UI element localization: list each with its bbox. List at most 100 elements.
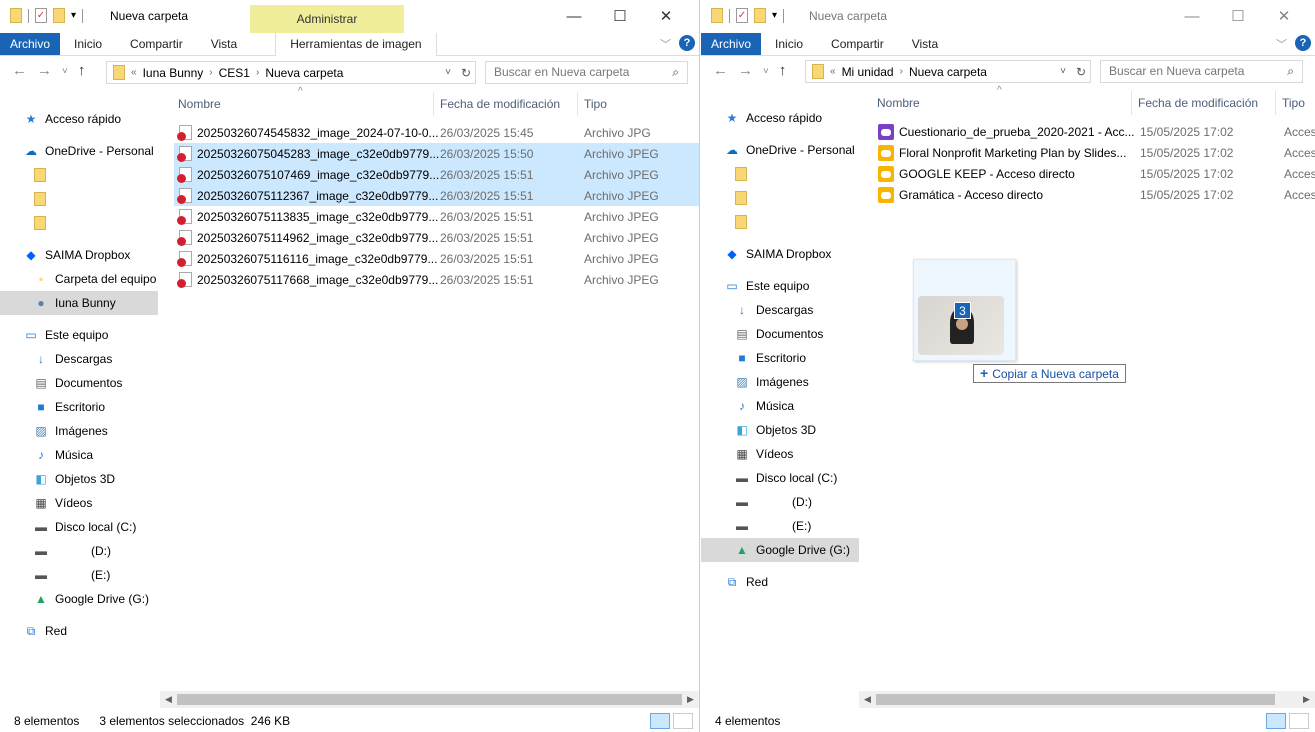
nav-item-documentos[interactable]: ▤ Documentos <box>0 371 158 395</box>
up-button[interactable]: ↑ <box>779 62 787 82</box>
customize-toolbar-icon[interactable]: ▾ <box>772 10 777 21</box>
close-button[interactable]: ✕ <box>1261 0 1307 33</box>
customize-toolbar-icon[interactable]: ▾ <box>71 10 76 21</box>
nav-item-red[interactable]: ⧉ Red <box>0 619 158 643</box>
file-row[interactable]: GOOGLE KEEP - Acceso directo 15/05/2025 1… <box>873 163 1315 184</box>
file-row[interactable]: 20250326074545832_image_2024-07-10-0... 2… <box>174 122 699 143</box>
nav-item-saima-dropbox[interactable]: ◆ SAIMA Dropbox <box>0 243 158 267</box>
nav-item-saima-dropbox[interactable]: ◆ SAIMA Dropbox <box>701 242 859 266</box>
column-tipo[interactable]: Tipo <box>578 92 698 116</box>
address-bar[interactable]: « Mi unidad › Nueva carpeta ˅ ↻ <box>805 60 1091 83</box>
refresh-icon[interactable]: ↻ <box>461 66 471 80</box>
tab-archivo[interactable]: Archivo <box>0 33 61 55</box>
nav-item-iuna-bunny[interactable]: ● Iuna Bunny <box>0 291 158 315</box>
tab-herramientas-de-imagen[interactable]: Herramientas de imagen <box>275 33 437 56</box>
nav-item-escritorio[interactable]: ■ Escritorio <box>0 395 158 419</box>
search-input[interactable]: Buscar en Nueva carpeta ⌕ <box>485 61 688 84</box>
maximize-button[interactable]: ☐ <box>1215 0 1261 33</box>
up-button[interactable]: ↑ <box>78 62 86 82</box>
address-dropdown-icon[interactable]: ˅ <box>445 67 451 78</box>
column-fecha[interactable]: Fecha de modificación <box>434 92 578 116</box>
nav-item-disco-local-c[interactable]: ▬ Disco local (C:) <box>0 515 158 539</box>
nav-item-acceso-r-pido[interactable]: ★ Acceso rápido <box>701 106 859 130</box>
forward-button[interactable]: → <box>37 62 52 82</box>
forward-button[interactable]: → <box>738 62 753 82</box>
file-row[interactable]: Gramática - Acceso directo 15/05/2025 17:… <box>873 184 1315 205</box>
nav-item-descargas[interactable]: ↓ Descargas <box>701 298 859 322</box>
nav-item-folder[interactable] <box>0 163 158 187</box>
nav-item-v-deos[interactable]: ▦ Vídeos <box>701 442 859 466</box>
nav-item-e[interactable]: ▬ (E:) <box>701 514 859 538</box>
column-nombre[interactable]: Nombre <box>172 92 434 116</box>
refresh-icon[interactable]: ↻ <box>1076 65 1086 79</box>
expand-ribbon-icon[interactable]: ﹀ <box>1276 36 1287 52</box>
nav-item-este-equipo[interactable]: ▭ Este equipo <box>701 274 859 298</box>
nav-item-e[interactable]: ▬ (E:) <box>0 563 158 587</box>
nav-item-google-drive-g[interactable]: ▲ Google Drive (G:) <box>701 538 859 562</box>
new-folder-icon[interactable] <box>754 8 766 23</box>
nav-item-d[interactable]: ▬ (D:) <box>0 539 158 563</box>
nav-item-im-genes[interactable]: ▨ Imágenes <box>701 370 859 394</box>
nav-item-folder[interactable] <box>701 210 859 234</box>
nav-item-acceso-r-pido[interactable]: ★ Acceso rápido <box>0 107 158 131</box>
nav-item-folder[interactable] <box>0 211 158 235</box>
nav-item-v-deos[interactable]: ▦ Vídeos <box>0 491 158 515</box>
nav-item-folder[interactable] <box>701 186 859 210</box>
nav-item-red[interactable]: ⧉ Red <box>701 570 859 594</box>
nav-item-d[interactable]: ▬ (D:) <box>701 490 859 514</box>
maximize-button[interactable]: ☐ <box>597 0 643 33</box>
recent-locations-icon[interactable]: ˅ <box>62 62 68 82</box>
help-icon[interactable]: ? <box>1295 35 1311 51</box>
details-view-button[interactable] <box>650 713 670 729</box>
breadcrumb-nueva-carpeta[interactable]: Nueva carpeta <box>909 65 987 79</box>
large-icons-view-button[interactable] <box>1289 713 1309 729</box>
file-row[interactable]: 20250326075117668_image_c32e0db9779... 26… <box>174 269 699 290</box>
horizontal-scrollbar[interactable]: ◀ ▶ <box>859 691 1315 708</box>
tab-inicio[interactable]: Inicio <box>761 33 817 55</box>
file-row[interactable]: 20250326075112367_image_c32e0db9779... 26… <box>174 185 699 206</box>
breadcrumb-iuna-bunny[interactable]: Iuna Bunny <box>143 66 204 80</box>
column-tipo[interactable]: Tipo <box>1276 91 1315 115</box>
address-bar[interactable]: « Iuna Bunny › CES1 › Nueva carpeta ˅ ↻ <box>106 61 476 84</box>
nav-item-documentos[interactable]: ▤ Documentos <box>701 322 859 346</box>
tab-vista[interactable]: Vista <box>898 33 952 55</box>
breadcrumb-nueva-carpeta[interactable]: Nueva carpeta <box>265 66 343 80</box>
file-row[interactable]: 20250326075114962_image_c32e0db9779... 26… <box>174 227 699 248</box>
nav-item-folder[interactable] <box>701 162 859 186</box>
properties-icon[interactable]: ✓ <box>35 8 47 23</box>
nav-item-m-sica[interactable]: ♪ Música <box>701 394 859 418</box>
close-button[interactable]: ✕ <box>643 0 689 33</box>
nav-item-google-drive-g[interactable]: ▲ Google Drive (G:) <box>0 587 158 611</box>
recent-locations-icon[interactable]: ˅ <box>763 62 769 82</box>
minimize-button[interactable]: — <box>551 0 597 33</box>
file-row[interactable]: 20250326075107469_image_c32e0db9779... 26… <box>174 164 699 185</box>
nav-item-objetos-3d[interactable]: ◧ Objetos 3D <box>701 418 859 442</box>
file-row[interactable]: Cuestionario_de_prueba_2020-2021 - Acc..… <box>873 121 1315 142</box>
file-row[interactable]: 20250326075045283_image_c32e0db9779... 26… <box>174 143 699 164</box>
nav-item-im-genes[interactable]: ▨ Imágenes <box>0 419 158 443</box>
nav-item-este-equipo[interactable]: ▭ Este equipo <box>0 323 158 347</box>
tab-compartir[interactable]: Compartir <box>817 33 898 55</box>
column-fecha[interactable]: Fecha de modificación <box>1132 91 1276 115</box>
properties-icon[interactable]: ✓ <box>736 8 748 23</box>
nav-item-disco-local-c[interactable]: ▬ Disco local (C:) <box>701 466 859 490</box>
horizontal-scrollbar[interactable]: ◀ ▶ <box>160 691 699 708</box>
expand-ribbon-icon[interactable]: ﹀ <box>660 36 671 52</box>
address-dropdown-icon[interactable]: ˅ <box>1060 66 1066 77</box>
nav-item-objetos-3d[interactable]: ◧ Objetos 3D <box>0 467 158 491</box>
new-folder-icon[interactable] <box>53 8 65 23</box>
tab-compartir[interactable]: Compartir <box>116 33 197 55</box>
nav-item-m-sica[interactable]: ♪ Música <box>0 443 158 467</box>
file-row[interactable]: 20250326075116116_image_c32e0db9779... 26… <box>174 248 699 269</box>
breadcrumb-ces1[interactable]: CES1 <box>219 66 250 80</box>
tab-archivo[interactable]: Archivo <box>701 33 762 55</box>
file-row[interactable]: Floral Nonprofit Marketing Plan by Slide… <box>873 142 1315 163</box>
tab-vista[interactable]: Vista <box>197 33 251 55</box>
file-row[interactable]: 20250326075113835_image_c32e0db9779... 26… <box>174 206 699 227</box>
nav-item-descargas[interactable]: ↓ Descargas <box>0 347 158 371</box>
minimize-button[interactable]: — <box>1169 0 1215 33</box>
nav-item-escritorio[interactable]: ■ Escritorio <box>701 346 859 370</box>
back-button[interactable]: ← <box>713 62 728 82</box>
breadcrumb-mi-unidad[interactable]: Mi unidad <box>842 65 894 79</box>
nav-item-onedrive-personal[interactable]: ☁ OneDrive - Personal <box>701 138 859 162</box>
